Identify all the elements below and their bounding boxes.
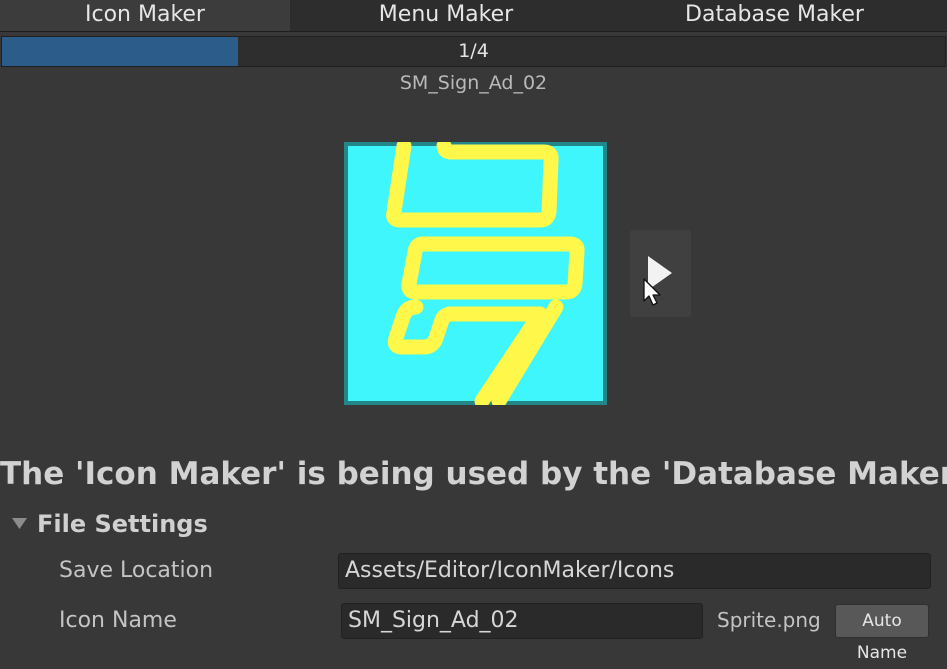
progress-bar: 1/4 xyxy=(1,36,946,67)
tab-bar: Icon Maker Menu Maker Database Maker xyxy=(0,0,947,32)
mouse-cursor-icon xyxy=(643,278,661,306)
icon-preview-image xyxy=(348,142,603,405)
auto-name-button[interactable]: Auto Name xyxy=(835,604,929,663)
icon-name-label: Icon Name xyxy=(59,608,177,633)
tab-database-maker[interactable]: Database Maker xyxy=(602,0,947,31)
progress-label: 1/4 xyxy=(458,40,489,62)
icon-preview xyxy=(344,142,607,405)
icon-name-suffix: Sprite.png xyxy=(717,608,821,632)
save-location-field[interactable]: Assets/Editor/IconMaker/Icons xyxy=(338,553,931,589)
tab-menu-maker[interactable]: Menu Maker xyxy=(290,0,602,31)
save-location-label: Save Location xyxy=(59,558,214,583)
asset-name-label: SM_Sign_Ad_02 xyxy=(399,72,548,94)
tab-icon-maker[interactable]: Icon Maker xyxy=(0,0,290,31)
usage-warning-text: The 'Icon Maker' is being used by the 'D… xyxy=(0,456,947,492)
file-settings-title: File Settings xyxy=(37,510,208,538)
foldout-arrow-icon xyxy=(12,518,27,529)
icon-name-field[interactable]: SM_Sign_Ad_02 xyxy=(341,603,703,639)
